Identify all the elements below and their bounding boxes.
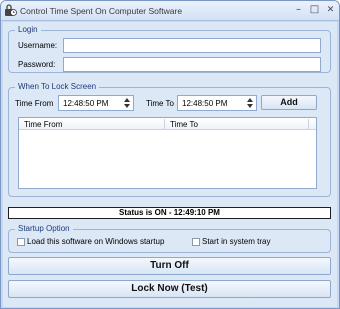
time-from-value: 12:48:50 PM <box>63 99 109 108</box>
column-divider[interactable] <box>164 119 165 129</box>
time-from-picker[interactable]: 12:48:50 PM <box>58 95 134 111</box>
lock-schedule-legend: When To Lock Screen <box>15 82 100 91</box>
load-on-startup-checkbox[interactable] <box>17 238 25 246</box>
login-group: Login Username: Password: <box>8 25 331 73</box>
status-text: Status is ON - 12:49:10 PM <box>8 207 331 219</box>
add-button[interactable]: Add <box>261 95 317 110</box>
system-tray-checkbox[interactable] <box>192 238 200 246</box>
column-time-to[interactable]: Time To <box>170 120 198 129</box>
column-divider[interactable] <box>308 119 309 129</box>
client-area: Login Username: Password: When To Lock S… <box>3 22 337 307</box>
spin-down-icon[interactable] <box>124 104 130 108</box>
column-time-from[interactable]: Time From <box>24 120 62 129</box>
spin-up-icon[interactable] <box>124 98 130 102</box>
list-header: Time From Time To <box>19 118 316 130</box>
close-icon[interactable]: ✕ <box>323 4 338 17</box>
username-field[interactable] <box>63 38 321 53</box>
password-label: Password: <box>18 60 56 69</box>
lock-schedule-group: When To Lock Screen Time From 12:48:50 P… <box>8 82 331 197</box>
time-to-value: 12:48:50 PM <box>182 99 228 108</box>
spin-down-icon[interactable] <box>247 104 253 108</box>
padlock-clock-icon <box>5 4 17 16</box>
minimize-icon[interactable]: – <box>291 4 306 17</box>
password-field[interactable] <box>63 57 321 72</box>
maximize-icon[interactable]: □ <box>307 4 322 17</box>
schedule-list[interactable]: Time From Time To <box>18 117 317 189</box>
login-legend: Login <box>15 25 41 34</box>
window-title: Control Time Spent On Computer Software <box>20 6 183 16</box>
load-on-startup-label[interactable]: Load this software on Windows startup <box>27 237 164 246</box>
turn-off-button[interactable]: Turn Off <box>8 257 331 275</box>
time-to-label: Time To <box>146 99 175 108</box>
system-tray-label[interactable]: Start in system tray <box>202 237 270 246</box>
time-to-picker[interactable]: 12:48:50 PM <box>177 95 257 111</box>
startup-group: Startup Option Load this software on Win… <box>8 224 331 253</box>
username-label: Username: <box>18 41 58 50</box>
lock-now-button[interactable]: Lock Now (Test) <box>8 280 331 298</box>
time-from-label: Time From <box>15 99 54 108</box>
startup-legend: Startup Option <box>15 224 73 233</box>
title-bar[interactable]: Control Time Spent On Computer Software … <box>1 1 339 21</box>
app-window: Control Time Spent On Computer Software … <box>0 0 340 309</box>
time-from-spinner[interactable] <box>123 97 132 109</box>
time-to-spinner[interactable] <box>246 97 255 109</box>
spin-up-icon[interactable] <box>247 98 253 102</box>
